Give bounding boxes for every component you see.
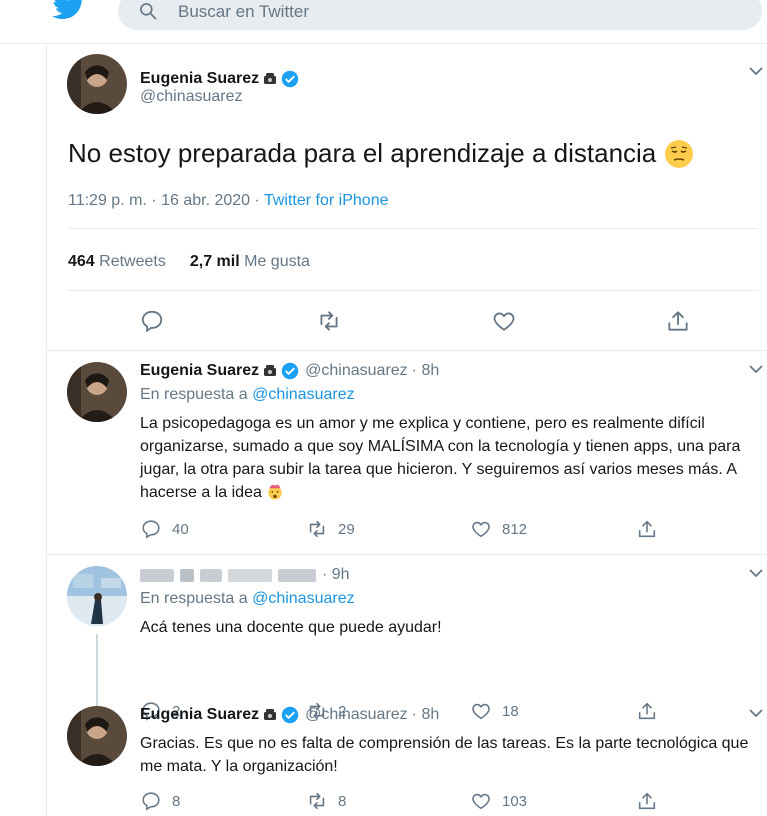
retweet-action[interactable]: 29 — [306, 518, 355, 540]
like-action[interactable]: 103 — [470, 790, 527, 812]
reply-time[interactable]: · 9h — [322, 566, 350, 584]
top-bar: Buscar en Twitter — [0, 0, 767, 44]
blurred-username[interactable] — [140, 568, 316, 582]
reply-time[interactable]: · 8h — [412, 362, 440, 380]
author-name[interactable]: Eugenia Suarez — [140, 362, 259, 380]
reply-icon — [142, 520, 160, 539]
reply-icon[interactable] — [139, 308, 165, 334]
like-icon — [472, 521, 490, 538]
reply-tweet[interactable]: Eugenia Suarez @chinasuarez · 8h En resp… — [47, 350, 767, 554]
author-handle[interactable]: @chinasuarez — [305, 362, 408, 380]
chevron-down-icon[interactable] — [749, 708, 763, 718]
retweets-stat[interactable]: 464 Retweets — [68, 253, 166, 271]
retweet-icon[interactable] — [316, 308, 342, 334]
twitter-logo-icon[interactable] — [52, 0, 86, 20]
reply-action[interactable]: 40 — [140, 518, 189, 540]
chevron-down-icon[interactable] — [749, 364, 763, 374]
search-icon — [140, 3, 157, 20]
tweet-source-link[interactable]: Twitter for iPhone — [264, 192, 389, 209]
like-icon — [472, 793, 490, 810]
retweet-count: 8 — [338, 792, 347, 810]
share-action[interactable] — [636, 518, 658, 540]
reply-count: 40 — [172, 520, 189, 538]
retweet-icon — [309, 520, 325, 538]
in-reply-to: En respuesta a @chinasuarez — [140, 590, 355, 607]
search-placeholder: Buscar en Twitter — [178, 2, 310, 21]
author-name[interactable]: Eugenia Suarez — [140, 706, 259, 724]
reply-text: Acá tenes una docente que puede ayudar! — [140, 619, 442, 636]
pensive-face-emoji-icon — [665, 139, 694, 168]
mention-link[interactable]: @chinasuarez — [252, 386, 355, 403]
author-handle[interactable]: @chinasuarez — [140, 88, 243, 106]
reply-tweet[interactable]: Eugenia Suarez @chinasuarez · 8h Gracias… — [47, 694, 767, 816]
tweet-stats: 464 Retweets 2,7 mil Me gusta — [68, 253, 310, 271]
verified-badge-icon — [281, 706, 299, 724]
reply-header: Eugenia Suarez @chinasuarez · 8h — [140, 706, 439, 724]
avatar[interactable] — [67, 54, 127, 114]
chevron-down-icon[interactable] — [749, 568, 763, 578]
retweet-action[interactable]: 8 — [306, 790, 346, 812]
reply-actions: 40 29 812 — [140, 518, 680, 542]
reply-text: Gracias. Es que no es falta de comprensi… — [140, 735, 749, 775]
phone-emoji-icon — [264, 73, 277, 84]
share-icon — [638, 520, 656, 538]
avatar[interactable] — [67, 362, 127, 422]
reply-text: La psicopedagoga es un amor y me explica… — [140, 415, 741, 501]
likes-stat[interactable]: 2,7 mil Me gusta — [190, 253, 310, 271]
reply-header: · 9h — [140, 566, 350, 584]
tweet-text: No estoy preparada para el aprendizaje a… — [68, 138, 694, 169]
reply-actions: 8 8 103 — [140, 790, 680, 814]
reply-time[interactable]: · 8h — [412, 706, 440, 724]
search-input[interactable]: Buscar en Twitter — [118, 0, 762, 30]
like-icon[interactable] — [491, 308, 517, 334]
like-count: 812 — [502, 520, 528, 538]
share-icon[interactable] — [665, 308, 691, 334]
share-action[interactable] — [636, 790, 658, 812]
reply-count: 8 — [172, 792, 181, 810]
author-row: Eugenia Suarez — [140, 70, 299, 88]
avatar[interactable] — [67, 706, 127, 766]
timeline-column: Eugenia Suarez @chinasuarez No estoy pre… — [46, 44, 767, 816]
tweet-meta: 11:29 p. m. · 16 abr. 2020 · Twitter for… — [68, 192, 388, 210]
chevron-down-icon[interactable] — [749, 66, 763, 76]
retweet-count: 29 — [338, 520, 355, 538]
like-count: 103 — [502, 792, 528, 810]
in-reply-to: En respuesta a @chinasuarez — [140, 386, 355, 403]
author-name[interactable]: Eugenia Suarez — [140, 70, 259, 88]
phone-emoji-icon — [264, 365, 277, 376]
tweet-actions — [139, 308, 699, 334]
divider — [68, 228, 758, 229]
verified-badge-icon — [281, 362, 299, 380]
verified-badge-icon — [281, 70, 299, 88]
reply-header: Eugenia Suarez @chinasuarez · 8h — [140, 362, 439, 380]
like-action[interactable]: 812 — [470, 518, 527, 540]
exploding-head-emoji-icon — [268, 484, 283, 500]
retweet-icon — [309, 792, 325, 810]
reply-action[interactable]: 8 — [140, 790, 180, 812]
reply-icon — [142, 792, 160, 811]
share-icon — [638, 792, 656, 810]
avatar[interactable] — [67, 566, 127, 626]
divider — [68, 290, 758, 291]
author-handle[interactable]: @chinasuarez — [305, 706, 408, 724]
mention-link[interactable]: @chinasuarez — [252, 590, 355, 607]
reply-tweet[interactable]: · 9h En respuesta a @chinasuarez Acá ten… — [47, 554, 767, 721]
phone-emoji-icon — [264, 709, 277, 720]
tweet-timestamp[interactable]: 11:29 p. m. · 16 abr. 2020 · — [68, 192, 260, 209]
